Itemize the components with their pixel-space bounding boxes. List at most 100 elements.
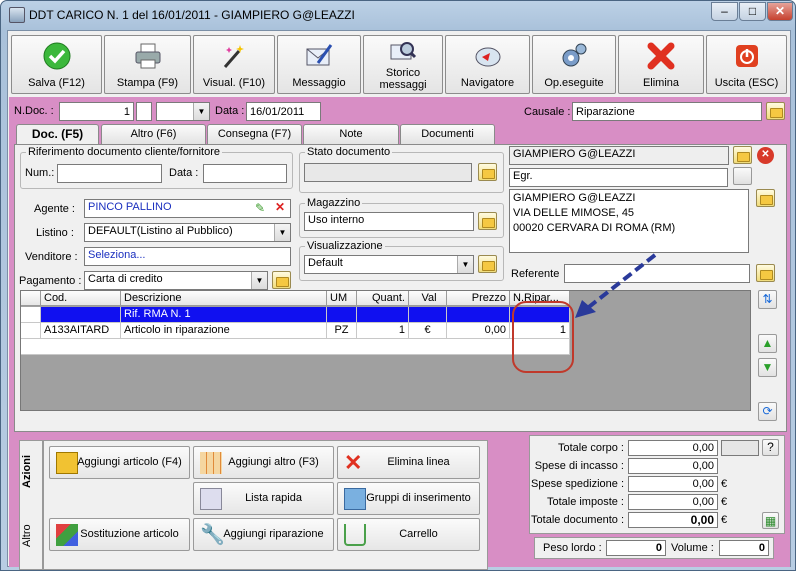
visualizzazione-title: Visualizzazione: [305, 240, 385, 252]
magazzino-folder-button[interactable]: [478, 212, 497, 230]
spese-incasso-label: Spese di incasso :: [534, 460, 624, 472]
insert-groups-button[interactable]: Gruppi di inserimento: [337, 482, 480, 515]
table-cell[interactable]: Rif. RMA N. 1: [121, 307, 327, 323]
ref-date-label: Data :: [169, 167, 199, 179]
client-code-field[interactable]: Egr.: [509, 168, 728, 187]
table-cell[interactable]: [409, 307, 447, 323]
col-quant[interactable]: Quant.: [357, 291, 409, 306]
help-button[interactable]: ?: [762, 439, 779, 456]
magazzino-title: Magazzino: [305, 197, 363, 209]
message-button[interactable]: Messaggio: [277, 35, 361, 94]
volume-value: 0: [719, 540, 769, 556]
table-cell[interactable]: [327, 307, 357, 323]
num-label: Num.:: [25, 167, 55, 179]
exit-button[interactable]: Uscita (ESC): [706, 35, 787, 94]
client-folder-button[interactable]: [733, 146, 752, 164]
causale-folder-button[interactable]: [766, 102, 785, 120]
window-title: DDT CARICO N. 1 del 16/01/2011 - GIAMPIE…: [29, 8, 355, 22]
add-repair-button[interactable]: 🔧 Aggiungi riparazione: [193, 518, 334, 551]
gears-icon: [562, 43, 587, 67]
table-cell[interactable]: [357, 307, 409, 323]
person-icon[interactable]: [733, 167, 752, 185]
empty-row[interactable]: [21, 339, 570, 355]
tab-altro[interactable]: Altro (F6): [101, 124, 206, 144]
causale-input[interactable]: [572, 102, 762, 121]
address-line-1: GIAMPIERO G@LEAZZI: [513, 192, 636, 204]
referente-folder-button[interactable]: [756, 264, 775, 282]
message-history-label-line2: messaggi: [379, 79, 427, 91]
minimize-button[interactable]: –: [711, 2, 738, 21]
preview-label: Visual. (F10): [202, 77, 266, 89]
tab-documenti[interactable]: Documenti: [400, 124, 495, 144]
preview-button[interactable]: Visual. (F10): [193, 35, 275, 94]
title-bar[interactable]: DDT CARICO N. 1 del 16/01/2011 - GIAMPIE…: [1, 1, 795, 29]
magazzino-field[interactable]: Uso interno: [304, 212, 474, 231]
red-x-icon: [647, 42, 675, 70]
num-input[interactable]: [57, 164, 162, 183]
table-cell[interactable]: 1: [357, 323, 409, 339]
refresh-icon[interactable]: ⟳: [758, 402, 777, 421]
table-cell[interactable]: Articolo in riparazione: [121, 323, 327, 339]
add-article-button[interactable]: Aggiungi articolo (F4): [49, 446, 190, 479]
table-cell[interactable]: PZ: [327, 323, 357, 339]
col-descrizione[interactable]: Descrizione: [121, 291, 327, 306]
stato-folder-button[interactable]: [478, 163, 497, 181]
ref-date-input[interactable]: [203, 164, 287, 183]
tab-azioni[interactable]: Azioni: [21, 445, 41, 499]
client-name-field[interactable]: GIAMPIERO G@LEAZZI: [509, 146, 729, 165]
date-input[interactable]: [246, 102, 321, 121]
table-cell[interactable]: A133AITARD: [41, 323, 121, 339]
tab-actions-altro[interactable]: Altro: [21, 511, 41, 561]
ndoc-input[interactable]: [59, 102, 134, 121]
venditore-field[interactable]: Seleziona...: [84, 247, 291, 266]
ndoc-suffix-field[interactable]: [136, 102, 152, 121]
col-val[interactable]: Val: [409, 291, 447, 306]
col-cod[interactable]: Cod.: [41, 291, 121, 306]
maximize-button[interactable]: □: [739, 2, 766, 21]
visualizzazione-select[interactable]: Default ▼: [304, 255, 474, 274]
close-button[interactable]: ✕: [767, 2, 793, 21]
app-icon: [9, 7, 25, 23]
arrow-down-icon[interactable]: ▼: [758, 358, 777, 377]
tab-consegna[interactable]: Consegna (F7): [207, 124, 302, 144]
tab-note[interactable]: Note: [303, 124, 399, 144]
listino-select[interactable]: DEFAULT(Listino al Pubblico) ▼: [84, 223, 291, 242]
quick-list-button[interactable]: Lista rapida: [193, 482, 334, 515]
operations-button[interactable]: Op.eseguite: [532, 35, 616, 94]
spese-spedizione-value[interactable]: 0,00: [628, 476, 718, 492]
calculator-icon[interactable]: ▦: [762, 512, 779, 529]
pagamento-select[interactable]: Carta di credito ▼: [84, 271, 268, 290]
row-selector[interactable]: [21, 307, 41, 323]
col-prezzo[interactable]: Prezzo: [447, 291, 510, 306]
ndoc-series-select[interactable]: ▼: [156, 102, 210, 121]
table-cell[interactable]: [447, 307, 510, 323]
clear-x-icon[interactable]: ✕: [275, 200, 285, 214]
address-folder-button[interactable]: [756, 189, 775, 207]
delete-label: Elimina: [642, 77, 680, 89]
message-history-button[interactable]: Storico messaggi: [363, 35, 443, 94]
pagamento-folder-button[interactable]: [272, 271, 291, 289]
col-um[interactable]: UM: [327, 291, 357, 306]
delete-button[interactable]: Elimina: [618, 35, 704, 94]
arrow-up-icon[interactable]: ▲: [758, 334, 777, 353]
client-clear-icon[interactable]: ✕: [757, 147, 774, 164]
edit-pencil-icon[interactable]: ✎: [255, 201, 265, 215]
add-other-button[interactable]: Aggiungi altro (F3): [193, 446, 334, 479]
tab-doc[interactable]: Doc. (F5): [16, 124, 99, 145]
ndoc-label: N.Doc. :: [14, 105, 54, 117]
spese-incasso-value[interactable]: 0,00: [628, 458, 718, 474]
move-updown-icon[interactable]: ⇅: [758, 290, 777, 309]
table-cell[interactable]: [41, 307, 121, 323]
replace-article-button[interactable]: Sostituzione articolo: [49, 518, 190, 551]
table-cell[interactable]: 0,00: [447, 323, 510, 339]
navigator-button[interactable]: Navigatore: [445, 35, 530, 94]
print-button[interactable]: Stampa (F9): [104, 35, 191, 94]
visualizzazione-folder-button[interactable]: [478, 255, 497, 273]
table-cell[interactable]: €: [409, 323, 447, 339]
delete-line-button[interactable]: ✕ Elimina linea: [337, 446, 480, 479]
row-selector[interactable]: [21, 323, 41, 339]
power-icon: [735, 45, 758, 67]
cart-button[interactable]: Carrello: [337, 518, 480, 551]
save-button[interactable]: Salva (F12): [11, 35, 102, 94]
currency-label: €: [721, 478, 728, 490]
